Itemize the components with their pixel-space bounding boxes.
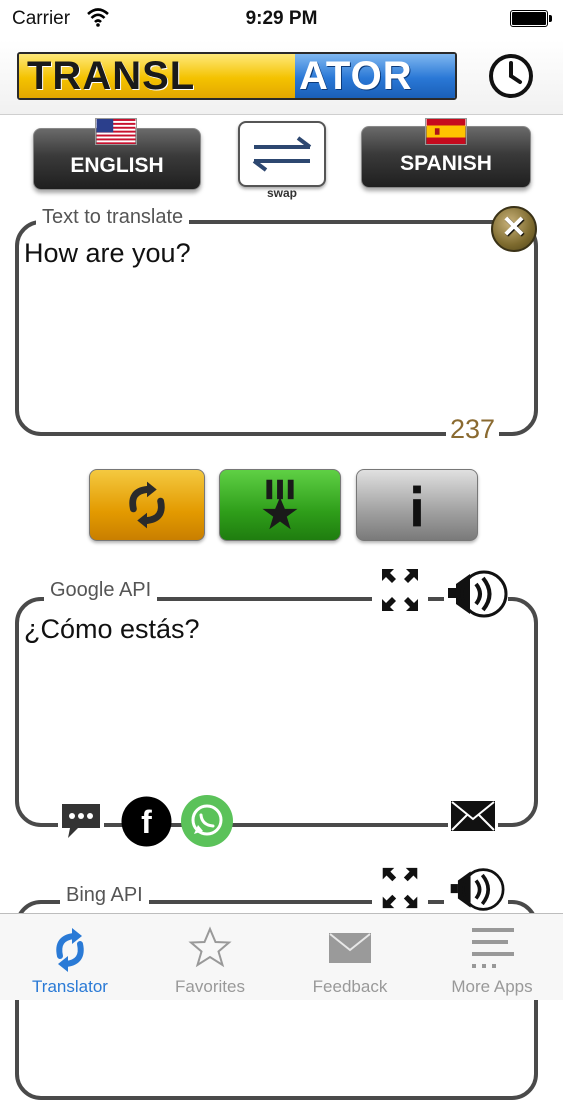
translate-icon — [56, 928, 84, 972]
battery-icon — [510, 10, 548, 27]
swap-arrows-icon — [252, 136, 312, 172]
clear-text-button[interactable]: ✕ — [491, 206, 537, 252]
logo-part-1: TRANSL — [19, 54, 295, 98]
share-whatsapp-button[interactable] — [180, 794, 234, 848]
info-icon — [413, 485, 421, 527]
close-icon: ✕ — [501, 211, 527, 244]
spain-flag-icon — [425, 118, 467, 145]
share-email-button[interactable] — [448, 797, 498, 835]
app-header: TRANSL ATOR — [0, 40, 563, 115]
battery-tip — [549, 15, 552, 22]
bing-api-legend: Bing API — [60, 884, 149, 907]
share-sms-button[interactable] — [58, 800, 104, 842]
list-icon — [472, 928, 514, 968]
facebook-icon: f — [121, 796, 172, 847]
svg-text:f: f — [141, 804, 152, 840]
us-flag-icon — [95, 118, 137, 145]
tab-bar: Translator Favorites Feedback More Apps — [0, 913, 563, 1000]
expand-icon — [382, 569, 418, 611]
google-speak-button[interactable] — [444, 568, 508, 620]
target-language-label: SPANISH — [400, 152, 492, 175]
share-facebook-button[interactable]: f — [121, 796, 172, 847]
app-logo: TRANSL ATOR — [17, 52, 457, 100]
tab-favorites-label: Favorites — [175, 977, 245, 996]
tab-more-apps[interactable]: More Apps — [422, 914, 562, 1001]
tab-translator-label: Translator — [32, 977, 108, 996]
add-favorite-button[interactable] — [219, 469, 341, 541]
mail-icon — [329, 933, 371, 963]
envelope-icon — [451, 801, 495, 831]
translate-button[interactable] — [89, 469, 205, 541]
text-input[interactable]: How are you? — [24, 238, 484, 269]
tab-more-apps-label: More Apps — [451, 977, 533, 996]
source-language-label: ENGLISH — [70, 154, 164, 177]
google-api-legend: Google API — [44, 579, 158, 602]
info-button[interactable] — [356, 469, 478, 541]
logo-part-2: ATOR — [295, 54, 455, 98]
input-legend: Text to translate — [36, 206, 190, 229]
clock-time: 9:29 PM — [245, 8, 318, 29]
refresh-icon — [129, 481, 165, 529]
swap-languages-button[interactable] — [238, 121, 326, 187]
speaker-icon — [450, 868, 505, 911]
bing-expand-button[interactable] — [372, 864, 428, 912]
tab-favorites[interactable]: Favorites — [140, 914, 280, 1001]
google-translation-text: ¿Cómo estás? — [24, 614, 200, 644]
history-clock-icon[interactable] — [487, 52, 535, 100]
tab-translator[interactable]: Translator — [0, 914, 140, 1001]
tab-feedback[interactable]: Feedback — [280, 914, 420, 1001]
character-counter: 237 — [446, 414, 500, 445]
star-icon — [188, 926, 232, 968]
swap-label: swap — [266, 186, 297, 200]
status-bar: Carrier 9:29 PM — [0, 0, 563, 40]
speaker-icon — [448, 570, 508, 618]
medal-star-icon — [262, 479, 298, 530]
google-expand-button[interactable] — [372, 565, 428, 615]
whatsapp-icon — [181, 795, 233, 847]
chat-bubble-icon — [62, 804, 100, 838]
tab-feedback-label: Feedback — [312, 977, 388, 996]
bing-speak-button[interactable] — [444, 866, 508, 913]
expand-icon — [382, 867, 418, 909]
